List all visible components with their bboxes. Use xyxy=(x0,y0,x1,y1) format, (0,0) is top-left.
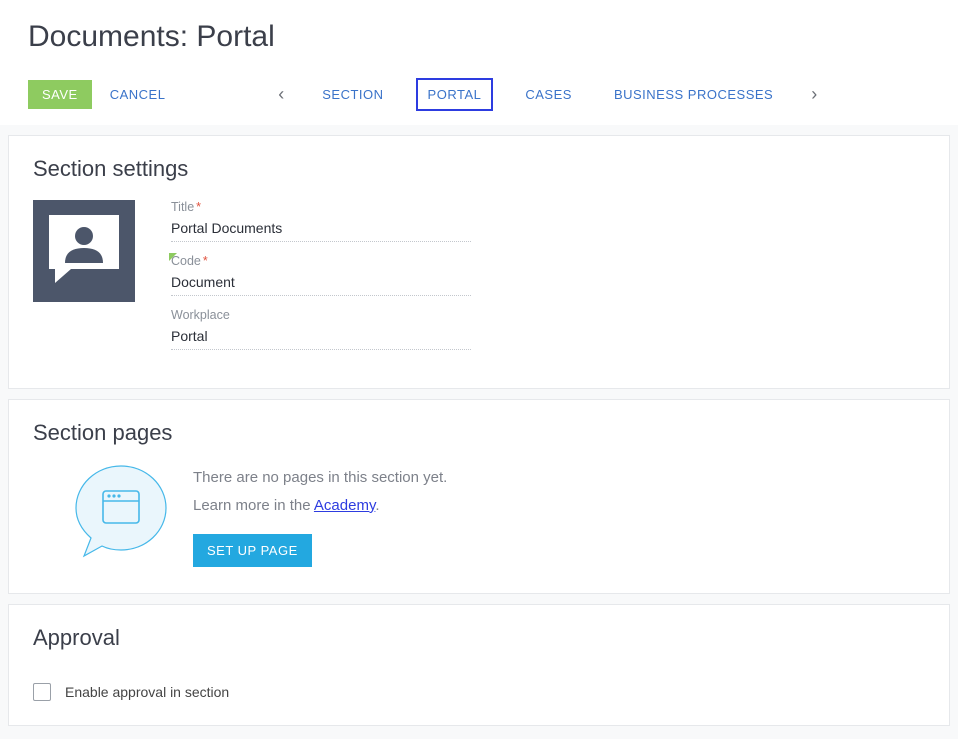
academy-link[interactable]: Academy xyxy=(314,497,375,514)
save-button[interactable]: SAVE xyxy=(28,80,92,109)
tab-prev-icon[interactable]: ‹ xyxy=(272,82,290,107)
fields: Title * Portal Documents Code * Document… xyxy=(171,200,471,362)
section-settings-card: Section settings Title * Portal Document… xyxy=(8,135,950,389)
required-star-icon: * xyxy=(203,254,208,268)
learn-suffix: . xyxy=(375,497,379,514)
section-settings-heading: Section settings xyxy=(33,156,925,182)
field-code-value[interactable]: Document xyxy=(171,268,471,296)
field-code: Code * Document xyxy=(171,254,471,296)
enable-approval-label: Enable approval in section xyxy=(65,684,229,700)
approval-card: Approval Enable approval in section xyxy=(8,604,950,726)
required-star-icon: * xyxy=(196,200,201,214)
system-marker-icon xyxy=(169,253,177,261)
section-pages-card: Section pages There are no pages in this… xyxy=(8,399,950,594)
page-title: Documents: Portal xyxy=(28,20,930,54)
field-workplace: Workplace Portal xyxy=(171,308,471,350)
page-header: Documents: Portal SAVE CANCEL ‹ SECTION … xyxy=(0,0,958,125)
pages-illustration xyxy=(73,464,169,559)
learn-more-text: Learn more in the Academy. xyxy=(193,492,447,520)
section-icon-tile[interactable] xyxy=(33,200,135,302)
toolbar: SAVE CANCEL ‹ SECTION PORTAL CASES BUSIN… xyxy=(28,78,930,111)
tab-business-processes[interactable]: BUSINESS PROCESSES xyxy=(604,80,783,109)
cancel-button[interactable]: CANCEL xyxy=(110,87,166,102)
tab-section[interactable]: SECTION xyxy=(312,80,393,109)
field-title: Title * Portal Documents xyxy=(171,200,471,242)
field-title-value[interactable]: Portal Documents xyxy=(171,214,471,242)
field-title-label: Title xyxy=(171,200,194,214)
tab-next-icon[interactable]: › xyxy=(805,82,823,107)
person-chat-icon xyxy=(45,215,123,287)
setup-page-button[interactable]: SET UP PAGE xyxy=(193,534,312,567)
tab-portal[interactable]: PORTAL xyxy=(416,78,494,111)
tab-cases[interactable]: CASES xyxy=(515,80,582,109)
tab-nav: ‹ SECTION PORTAL CASES BUSINESS PROCESSE… xyxy=(165,78,930,111)
field-workplace-label: Workplace xyxy=(171,308,230,322)
section-pages-heading: Section pages xyxy=(33,420,925,446)
approval-heading: Approval xyxy=(33,625,925,651)
learn-prefix: Learn more in the xyxy=(193,497,314,514)
no-pages-text: There are no pages in this section yet. xyxy=(193,464,447,492)
field-workplace-value[interactable]: Portal xyxy=(171,322,471,350)
enable-approval-checkbox[interactable] xyxy=(33,683,51,701)
speech-bubble-window-icon xyxy=(73,464,169,559)
